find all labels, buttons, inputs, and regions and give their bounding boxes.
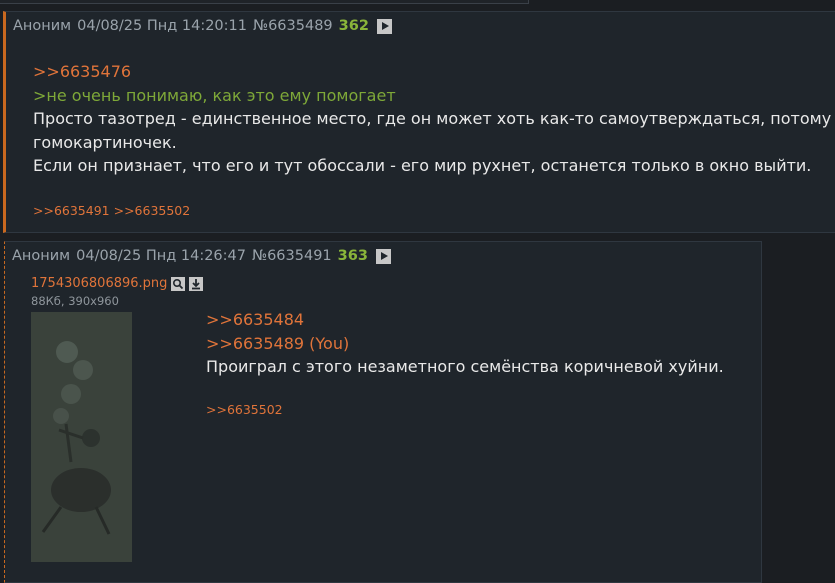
play-icon[interactable] (375, 248, 391, 264)
reply-link-you[interactable]: >>6635489 (You) (206, 332, 724, 356)
reply-link[interactable]: >>6635484 (206, 308, 724, 332)
reply-link[interactable]: >>6635476 (33, 60, 831, 84)
post-body: >>6635484 >>6635489 (You) Проиграл с это… (206, 308, 724, 379)
search-icon[interactable] (171, 276, 186, 291)
post-header: Аноним 04/08/25 Пнд 14:20:11 №6635489 36… (13, 18, 398, 34)
post-header: Аноним 04/08/25 Пнд 14:26:47 №6635491 36… (12, 248, 397, 264)
post-author: Аноним (12, 248, 71, 264)
file-info: 1754306806896.png (31, 276, 204, 291)
previous-post-edge (0, 0, 529, 4)
post-body: >>6635476 >не очень понимаю, как это ему… (33, 60, 831, 178)
post-replies[interactable]: >>6635491 >>6635502 (33, 203, 190, 218)
post-6635489: Аноним 04/08/25 Пнд 14:20:11 №6635489 36… (3, 11, 835, 233)
post-author: Аноним (13, 18, 72, 34)
quote-greentext: >не очень понимаю, как это ему помогает (33, 85, 396, 105)
post-text-line: Просто тазотред - единственное место, гд… (33, 109, 832, 128)
image-thumbnail[interactable] (31, 312, 132, 562)
post-date: 04/08/25 Пнд 14:20:11 (77, 18, 247, 34)
file-name-link[interactable]: 1754306806896.png (31, 276, 167, 291)
post-6635491: Аноним 04/08/25 Пнд 14:26:47 №6635491 36… (4, 241, 762, 583)
play-icon[interactable] (376, 18, 392, 34)
post-replies[interactable]: >>6635502 (206, 402, 283, 417)
file-meta: 88Кб, 390x960 (31, 294, 119, 308)
post-number[interactable]: №6635491 (252, 248, 332, 264)
post-count: 362 (338, 18, 369, 34)
post-text-line: Если он признает, что его и тут обоссали… (33, 156, 812, 175)
post-text-line: Проиграл с этого незаметного семёнства к… (206, 357, 724, 376)
post-text-line: гомокартиночек. (33, 132, 177, 152)
post-number[interactable]: №6635489 (253, 18, 333, 34)
post-count: 363 (337, 248, 368, 264)
download-icon[interactable] (189, 276, 204, 291)
post-date: 04/08/25 Пнд 14:26:47 (76, 248, 246, 264)
